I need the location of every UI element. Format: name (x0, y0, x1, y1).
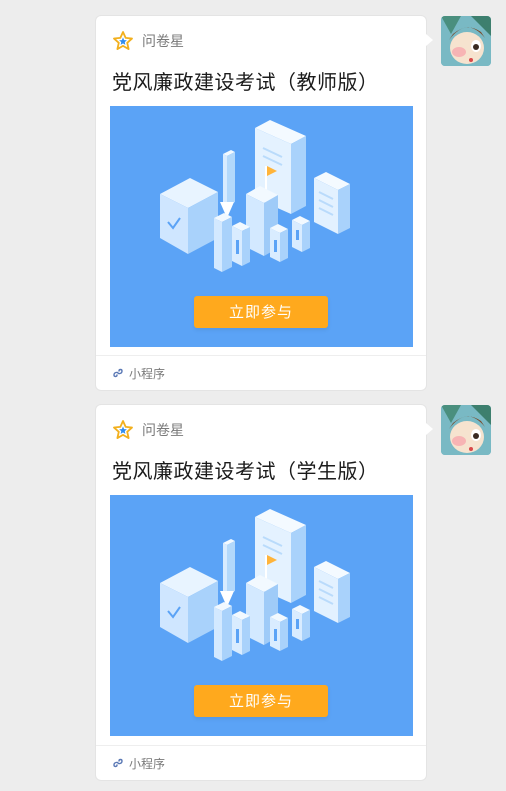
avatar[interactable] (441, 405, 491, 455)
card-footer: 小程序 (112, 364, 165, 382)
app-name: 问卷星 (142, 423, 184, 439)
star-icon (113, 420, 133, 439)
bubble-tail (426, 423, 433, 435)
mini-program-card[interactable]: 问卷星 党风廉政建设考试（教师版） 立即参与 小程序 (96, 16, 426, 390)
star-icon (113, 31, 133, 50)
bubble-tail (426, 34, 433, 46)
mini-program-icon (113, 758, 123, 768)
card-footer: 小程序 (112, 754, 165, 772)
card-title: 党风廉政建设考试（学生版） (112, 459, 379, 483)
avatar-image (441, 405, 491, 455)
card-app-row: 问卷星 (112, 30, 184, 52)
join-button[interactable]: 立即参与 (194, 296, 328, 328)
card-app-row: 问卷星 (112, 419, 184, 441)
app-name: 问卷星 (142, 34, 184, 50)
cover-image[interactable]: 立即参与 (110, 106, 413, 347)
cover-image[interactable]: 立即参与 (110, 495, 413, 736)
mini-program-icon (113, 368, 123, 378)
card-title: 党风廉政建设考试（教师版） (112, 70, 379, 94)
card-divider (96, 355, 426, 356)
footer-label: 小程序 (129, 756, 166, 771)
join-button[interactable]: 立即参与 (194, 685, 328, 717)
avatar-image (441, 16, 491, 66)
mini-program-card[interactable]: 问卷星 党风廉政建设考试（学生版） 立即参与 小程序 (96, 405, 426, 780)
avatar[interactable] (441, 16, 491, 66)
card-divider (96, 745, 426, 746)
footer-label: 小程序 (129, 366, 166, 381)
